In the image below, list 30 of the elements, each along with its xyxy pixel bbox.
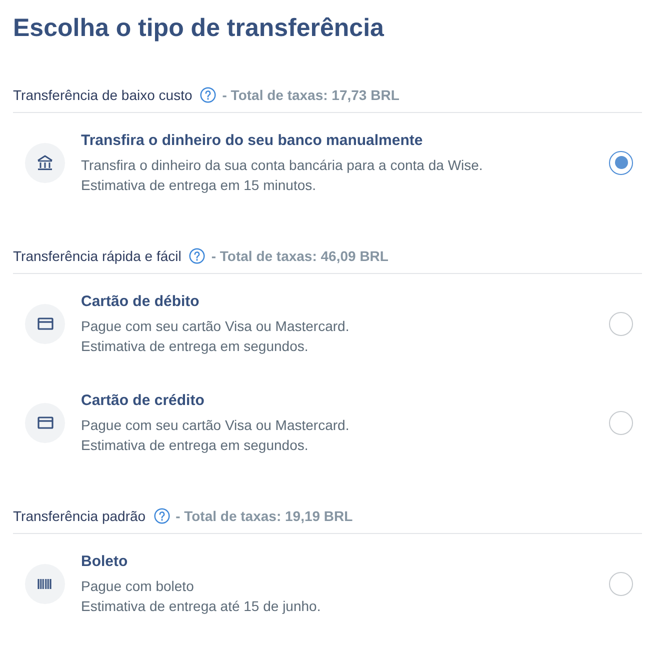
card-icon xyxy=(25,304,65,344)
fee-total: - Total de taxas: 46,09 BRL xyxy=(211,247,388,266)
option-description: Estimativa de entrega até 15 de junho. xyxy=(81,597,321,616)
option-description: Transfira o dinheiro da sua conta bancária para a conta da Wise. xyxy=(81,156,483,175)
option-description: Estimativa de entrega em 15 minutos. xyxy=(81,176,316,195)
radio-button[interactable] xyxy=(609,312,633,336)
option-description: Estimativa de entrega em segundos. xyxy=(81,436,308,455)
fee-total: - Total de taxas: 19,19 BRL xyxy=(176,507,353,526)
bank-icon xyxy=(25,142,65,182)
card-icon xyxy=(25,402,65,442)
option-title: Boleto xyxy=(81,552,128,572)
option-title: Transfira o dinheiro do seu banco manualmente xyxy=(81,131,423,151)
help-icon[interactable] xyxy=(200,87,216,103)
option-title: Cartão de débito xyxy=(81,292,200,312)
radio-button[interactable] xyxy=(609,410,633,434)
option-description: Pague com seu cartão Visa ou Mastercard. xyxy=(81,416,350,435)
section-label: Transferência rápida e fácil xyxy=(13,247,182,266)
page-title: Escolha o tipo de transferência xyxy=(13,13,384,44)
fee-total: - Total de taxas: 17,73 BRL xyxy=(222,86,400,105)
option-description: Estimativa de entrega em segundos. xyxy=(81,337,308,356)
section-label: Transferência de baixo custo xyxy=(13,86,192,105)
option-description: Pague com seu cartão Visa ou Mastercard. xyxy=(81,317,350,336)
help-icon[interactable] xyxy=(154,508,170,524)
option-description: Pague com boleto xyxy=(81,577,194,596)
option-title: Cartão de crédito xyxy=(81,391,204,411)
radio-button[interactable] xyxy=(609,150,633,174)
section-label: Transferência padrão xyxy=(13,507,146,526)
help-icon[interactable] xyxy=(189,248,206,264)
barcode-icon xyxy=(25,564,65,604)
radio-button[interactable] xyxy=(609,572,633,596)
